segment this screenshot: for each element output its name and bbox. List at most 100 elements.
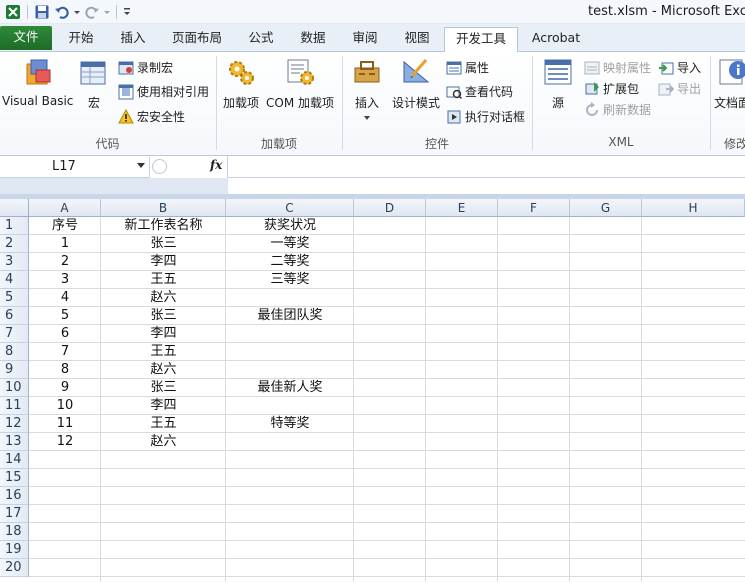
cell-b1[interactable]: 新工作表名称: [101, 217, 226, 235]
visual-basic-button[interactable]: Visual Basic: [2, 56, 73, 108]
map-properties-button[interactable]: 映射属性: [584, 59, 651, 76]
cell-b13[interactable]: 赵六: [101, 433, 226, 451]
tab-formulas[interactable]: 公式: [236, 27, 286, 52]
cell-a12[interactable]: 11: [29, 415, 101, 433]
insert-function-icon[interactable]: fx: [210, 158, 222, 172]
expansion-packs-button[interactable]: 扩展包: [584, 80, 639, 97]
column-header-b[interactable]: B: [101, 199, 226, 217]
row-header-19[interactable]: 19: [0, 541, 29, 559]
cell-a9[interactable]: 8: [29, 361, 101, 379]
formula-input[interactable]: [228, 156, 745, 178]
row-header-2[interactable]: 2: [0, 235, 29, 253]
column-header-h[interactable]: H: [642, 199, 745, 217]
tab-view[interactable]: 视图: [392, 27, 442, 52]
cell-c4[interactable]: 三等奖: [226, 271, 354, 289]
row-header-18[interactable]: 18: [0, 523, 29, 541]
column-header-f[interactable]: F: [498, 199, 570, 217]
cell-b6[interactable]: 张三: [101, 307, 226, 325]
save-icon[interactable]: [33, 3, 51, 21]
design-mode-button[interactable]: 设计模式: [392, 56, 440, 111]
view-code-button[interactable]: 查看代码: [446, 83, 513, 100]
row-header-15[interactable]: 15: [0, 469, 29, 487]
row-header-4[interactable]: 4: [0, 271, 29, 289]
macro-security-button[interactable]: 宏安全性: [118, 108, 185, 125]
cell-c6[interactable]: 最佳团队奖: [226, 307, 354, 325]
cell-b11[interactable]: 李四: [101, 397, 226, 415]
select-all-corner[interactable]: [0, 199, 29, 217]
row-header-8[interactable]: 8: [0, 343, 29, 361]
cell-a8[interactable]: 7: [29, 343, 101, 361]
row-header-1[interactable]: 1: [0, 217, 29, 235]
cell-a6[interactable]: 5: [29, 307, 101, 325]
cell-a4[interactable]: 3: [29, 271, 101, 289]
row-header-10[interactable]: 10: [0, 379, 29, 397]
com-addins-button[interactable]: COM 加载项: [266, 56, 334, 111]
cell-c2[interactable]: 一等奖: [226, 235, 354, 253]
undo-icon[interactable]: [53, 3, 71, 21]
cell-b3[interactable]: 李四: [101, 253, 226, 271]
tab-home[interactable]: 开始: [56, 27, 106, 52]
cell-c3[interactable]: 二等奖: [226, 253, 354, 271]
column-header-g[interactable]: G: [570, 199, 642, 217]
column-header-e[interactable]: E: [426, 199, 498, 217]
worksheet-grid[interactable]: A B C D E F G H 1 2 3 4 5 6 7 8 9 10 11 12 13 14 15 16 17 18 19 20 序…: [0, 199, 745, 582]
row-header-17[interactable]: 17: [0, 505, 29, 523]
cell-c12[interactable]: 特等奖: [226, 415, 354, 433]
cell-b4[interactable]: 王五: [101, 271, 226, 289]
cell-b5[interactable]: 赵六: [101, 289, 226, 307]
customize-qat-icon[interactable]: [122, 3, 132, 21]
cell-a1[interactable]: 序号: [29, 217, 101, 235]
tab-review[interactable]: 审阅: [340, 27, 390, 52]
tab-data[interactable]: 数据: [288, 27, 338, 52]
row-header-6[interactable]: 6: [0, 307, 29, 325]
row-header-7[interactable]: 7: [0, 325, 29, 343]
document-panel-button[interactable]: 文档面: [714, 56, 745, 111]
tab-acrobat[interactable]: Acrobat: [522, 27, 590, 52]
properties-button[interactable]: 属性: [446, 59, 489, 76]
run-dialog-button[interactable]: 执行对话框: [446, 108, 525, 125]
cell-b12[interactable]: 王五: [101, 415, 226, 433]
row-header-12[interactable]: 12: [0, 415, 29, 433]
macros-button[interactable]: 宏: [78, 56, 110, 111]
row-header-16[interactable]: 16: [0, 487, 29, 505]
row-header-14[interactable]: 14: [0, 451, 29, 469]
redo-dropdown-icon[interactable]: [103, 3, 111, 21]
cell-a11[interactable]: 10: [29, 397, 101, 415]
cell-c10[interactable]: 最佳新人奖: [226, 379, 354, 397]
column-header-a[interactable]: A: [29, 199, 101, 217]
chevron-down-icon[interactable]: [137, 163, 145, 168]
cell-a13[interactable]: 12: [29, 433, 101, 451]
tab-page-layout[interactable]: 页面布局: [162, 27, 232, 52]
row-header-5[interactable]: 5: [0, 289, 29, 307]
cell-a7[interactable]: 6: [29, 325, 101, 343]
cell-a10[interactable]: 9: [29, 379, 101, 397]
cell-a2[interactable]: 1: [29, 235, 101, 253]
import-button[interactable]: 导入: [658, 59, 701, 76]
record-macro-button[interactable]: 录制宏: [118, 59, 173, 76]
cell-b8[interactable]: 王五: [101, 343, 226, 361]
row-header-11[interactable]: 11: [0, 397, 29, 415]
excel-logo-icon[interactable]: [4, 3, 22, 21]
xml-source-button[interactable]: 源: [542, 56, 574, 111]
use-relative-refs-button[interactable]: 使用相对引用: [118, 83, 209, 100]
refresh-data-button[interactable]: 刷新数据: [584, 101, 651, 118]
name-box[interactable]: L17: [0, 157, 150, 177]
row-header-13[interactable]: 13: [0, 433, 29, 451]
tab-developer[interactable]: 开发工具: [444, 27, 518, 53]
tab-insert[interactable]: 插入: [108, 27, 158, 52]
tab-file[interactable]: 文件: [0, 26, 52, 50]
cell-a3[interactable]: 2: [29, 253, 101, 271]
row-header-3[interactable]: 3: [0, 253, 29, 271]
cell-b7[interactable]: 李四: [101, 325, 226, 343]
insert-control-button[interactable]: 插入: [351, 56, 383, 121]
column-header-c[interactable]: C: [226, 199, 354, 217]
addins-button[interactable]: 加载项: [223, 56, 259, 111]
cell-b9[interactable]: 赵六: [101, 361, 226, 379]
row-header-20[interactable]: 20: [0, 559, 29, 577]
cell-c1[interactable]: 获奖状况: [226, 217, 354, 235]
export-button[interactable]: 导出: [658, 80, 701, 97]
cell-a5[interactable]: 4: [29, 289, 101, 307]
cell-b2[interactable]: 张三: [101, 235, 226, 253]
cell-b10[interactable]: 张三: [101, 379, 226, 397]
column-header-d[interactable]: D: [354, 199, 426, 217]
